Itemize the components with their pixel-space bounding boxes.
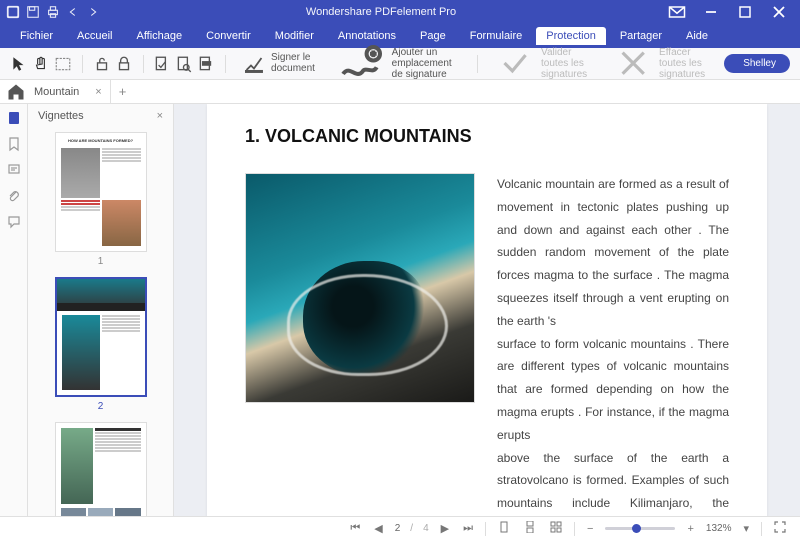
validate-sig-button[interactable]: Valider toutes les signatures bbox=[488, 39, 600, 87]
menu-affichage[interactable]: Affichage bbox=[126, 27, 192, 45]
page-heading: 1. VOLCANIC MOUNTAINS bbox=[245, 126, 729, 147]
paragraph-1: Volcanic mountain are formed as a result… bbox=[497, 177, 729, 328]
lock-icon[interactable] bbox=[115, 55, 133, 73]
page-sep: / bbox=[410, 523, 413, 534]
add-sig-label: Ajouter un emplacement de signature bbox=[392, 47, 462, 80]
prev-page-icon[interactable]: ◀ bbox=[372, 522, 384, 535]
thumbnails-list[interactable]: HOW ARE MOUNTAINS FORMED? 1 bbox=[28, 128, 173, 516]
page-current: 2 bbox=[395, 523, 401, 534]
print-icon[interactable] bbox=[46, 5, 60, 19]
mail-icon[interactable] bbox=[662, 2, 692, 22]
tab-label: Mountain bbox=[34, 86, 79, 98]
maximize-button[interactable] bbox=[730, 2, 760, 22]
thumbnails-panel: Vignettes × HOW ARE MOUNTAINS FORMED? 1 bbox=[28, 104, 174, 516]
toolbar: Signer le document Ajouter un emplacemen… bbox=[0, 48, 800, 80]
fullscreen-icon[interactable] bbox=[772, 521, 788, 536]
figure-image bbox=[245, 173, 475, 403]
comment-icon[interactable] bbox=[6, 214, 22, 230]
add-sig-button[interactable]: Ajouter un emplacement de signature bbox=[327, 34, 467, 94]
user-label: Shelley bbox=[743, 58, 776, 69]
last-page-icon[interactable]: ⏭ bbox=[461, 522, 475, 535]
page-total: 4 bbox=[423, 523, 429, 534]
thumbnail-3[interactable]: 3 bbox=[46, 422, 155, 516]
attachments-icon[interactable] bbox=[6, 188, 22, 204]
sign-doc-button[interactable]: Signer le document bbox=[236, 49, 321, 79]
minimize-button[interactable] bbox=[696, 2, 726, 22]
zoom-dropdown-icon[interactable]: ▾ bbox=[741, 522, 751, 535]
tab-add-button[interactable]: + bbox=[111, 84, 135, 99]
zoom-out-icon[interactable]: − bbox=[585, 523, 595, 535]
redo-icon[interactable] bbox=[86, 5, 100, 19]
menu-modifier[interactable]: Modifier bbox=[265, 27, 324, 45]
menu-convertir[interactable]: Convertir bbox=[196, 27, 261, 45]
zoom-value: 132% bbox=[706, 523, 732, 534]
view-single-icon[interactable] bbox=[496, 521, 512, 536]
panel-close-icon[interactable]: × bbox=[157, 110, 163, 122]
select-icon[interactable] bbox=[54, 55, 72, 73]
app-title: Wondershare PDFelement Pro bbox=[100, 6, 662, 18]
next-page-icon[interactable]: ▶ bbox=[439, 522, 451, 535]
home-tab-icon[interactable] bbox=[6, 82, 26, 102]
tab-close-icon[interactable]: × bbox=[95, 86, 101, 98]
left-rail bbox=[0, 104, 28, 516]
document-tab[interactable]: Mountain × bbox=[26, 80, 111, 103]
paragraph-2: surface to form volcanic mountains . The… bbox=[497, 337, 729, 442]
menu-fichier[interactable]: Fichier bbox=[10, 27, 63, 45]
document-view[interactable]: 1. VOLCANIC MOUNTAINS Volcanic mountain … bbox=[174, 104, 800, 516]
save-icon[interactable] bbox=[26, 5, 40, 19]
zoom-slider[interactable] bbox=[605, 527, 675, 530]
menu-accueil[interactable]: Accueil bbox=[67, 27, 122, 45]
thumbnail-2[interactable]: 2 bbox=[46, 277, 155, 412]
annotations-icon[interactable] bbox=[6, 162, 22, 178]
thumb-num: 2 bbox=[46, 401, 155, 412]
doc-redact-icon[interactable] bbox=[197, 55, 215, 73]
thumbnails-icon[interactable] bbox=[6, 110, 22, 126]
pointer-icon[interactable] bbox=[10, 55, 28, 73]
bookmarks-icon[interactable] bbox=[6, 136, 22, 152]
lock-open-icon[interactable] bbox=[93, 55, 111, 73]
doc-search-icon[interactable] bbox=[175, 55, 193, 73]
page-content: 1. VOLCANIC MOUNTAINS Volcanic mountain … bbox=[207, 104, 767, 516]
workspace: Vignettes × HOW ARE MOUNTAINS FORMED? 1 bbox=[0, 104, 800, 516]
close-button[interactable] bbox=[764, 2, 794, 22]
app-logo-icon bbox=[6, 5, 20, 19]
view-continuous-icon[interactable] bbox=[522, 521, 538, 536]
zoom-in-icon[interactable]: + bbox=[685, 523, 695, 535]
validate-sig-label: Valider toutes les signatures bbox=[541, 47, 594, 80]
titlebar: Wondershare PDFelement Pro bbox=[0, 0, 800, 24]
user-button[interactable]: Shelley bbox=[724, 54, 790, 73]
clear-sig-label: Effacer toutes les signatures bbox=[659, 47, 712, 80]
view-grid-icon[interactable] bbox=[548, 521, 564, 536]
thumbnail-1[interactable]: HOW ARE MOUNTAINS FORMED? 1 bbox=[46, 132, 155, 267]
statusbar: ⏮ ◀ 2 / 4 ▶ ⏭ − + 132% ▾ bbox=[0, 516, 800, 540]
clear-sig-button[interactable]: Effacer toutes les signatures bbox=[606, 39, 718, 87]
first-page-icon[interactable]: ⏮ bbox=[348, 522, 362, 535]
sign-doc-label: Signer le document bbox=[271, 52, 315, 74]
thumb-num: 1 bbox=[46, 256, 155, 267]
doc-check-icon[interactable] bbox=[153, 55, 171, 73]
paragraph-3: above the surface of the earth a stratov… bbox=[497, 451, 729, 516]
hand-icon[interactable] bbox=[32, 55, 50, 73]
panel-title: Vignettes bbox=[38, 110, 84, 122]
undo-icon[interactable] bbox=[66, 5, 80, 19]
